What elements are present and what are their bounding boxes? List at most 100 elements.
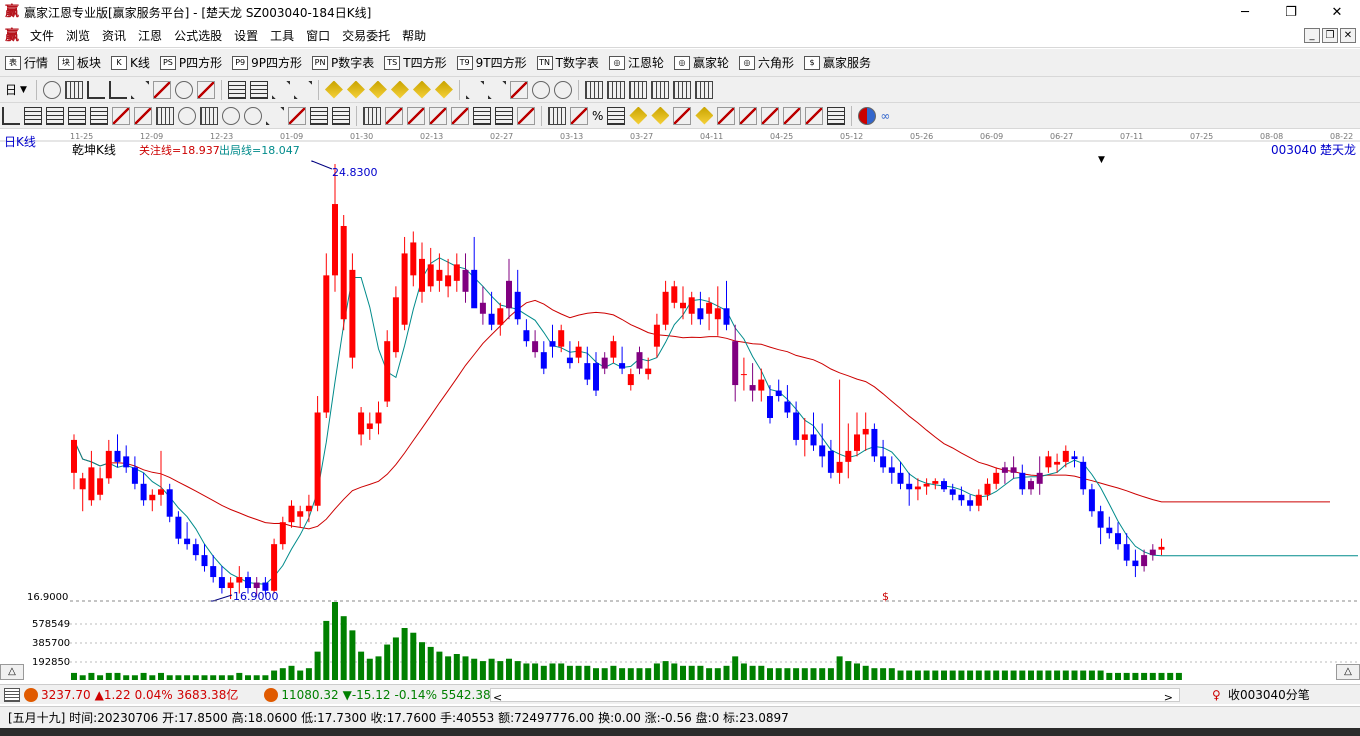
draw-gold-10-icon[interactable] [827, 106, 846, 125]
globe-icon[interactable] [553, 80, 572, 99]
mdi-restore-button[interactable]: ❐ [1322, 28, 1338, 43]
draw-line-icon[interactable] [2, 106, 20, 125]
draw-grid-3-icon[interactable] [68, 106, 86, 125]
toolbar-winner-wheel-button[interactable]: ◎ 赢家轮 [669, 52, 734, 74]
menu-gann[interactable]: 江恩 [132, 27, 168, 44]
draw-table-icon[interactable] [473, 106, 491, 125]
kline-chart[interactable]: 11-25 12-09 12-23 01-09 01-30 02-13 02-27 03-13… [0, 129, 1360, 684]
diamond-tool-1-icon[interactable] [324, 80, 343, 99]
menu-info[interactable]: 资讯 [96, 27, 132, 44]
draw-box-icon[interactable] [429, 106, 447, 125]
toolbar-sector-button[interactable]: 块板块 [53, 52, 106, 74]
draw-spiral-icon[interactable] [222, 106, 240, 125]
line-tool-icon[interactable] [86, 80, 105, 99]
minimize-button[interactable]: ─ [1222, 0, 1268, 24]
zigzag-icon[interactable] [509, 80, 528, 99]
menu-file[interactable]: 文件 [24, 27, 60, 44]
draw-grid-1-icon[interactable] [24, 106, 42, 125]
export-icon[interactable] [694, 80, 713, 99]
close-button[interactable]: ✕ [1314, 0, 1360, 24]
dropdown-tool-icon[interactable] [130, 80, 149, 99]
first-page-icon[interactable] [227, 80, 246, 99]
draw-wheel-icon[interactable] [244, 106, 262, 125]
draw-wave-icon[interactable] [517, 106, 535, 125]
diamond-tool-2-icon[interactable] [346, 80, 365, 99]
draw-gold-2-icon[interactable] [651, 106, 670, 125]
scroll-right-icon[interactable]: > [1164, 691, 1173, 704]
toolbar-kline-button[interactable]: K K线 [106, 52, 155, 74]
window-icon[interactable] [606, 80, 625, 99]
draw-gold-9-icon[interactable] [805, 106, 824, 125]
expand-panel-right-button[interactable]: △ [1336, 664, 1360, 680]
diamond-tool-6-icon[interactable] [434, 80, 453, 99]
menu-trade[interactable]: 交易委托 [336, 27, 396, 44]
draw-grid-4-icon[interactable] [90, 106, 108, 125]
prev-icon[interactable] [271, 80, 290, 99]
next-icon[interactable] [293, 80, 312, 99]
menu-help[interactable]: 帮助 [396, 27, 432, 44]
calendar-icon[interactable] [584, 80, 603, 99]
toolbar-hexagon-button[interactable]: ◎ 六角形 [734, 52, 799, 74]
print-icon[interactable] [672, 80, 691, 99]
open-icon[interactable] [650, 80, 669, 99]
bar-tool-icon[interactable] [108, 80, 127, 99]
draw-fan-1-icon[interactable] [112, 106, 130, 125]
draw-gold-1-icon[interactable] [629, 106, 648, 125]
mdi-close-button[interactable]: ✕ [1340, 28, 1356, 43]
hand-icon[interactable] [465, 80, 484, 99]
toolbar-quotes-button[interactable]: 表行情 [0, 52, 53, 74]
draw-matrix-icon[interactable] [495, 106, 513, 125]
toolbar-t-square-button[interactable]: TS T四方形 [379, 52, 451, 74]
diamond-tool-4-icon[interactable] [390, 80, 409, 99]
draw-lines-icon[interactable] [310, 106, 328, 125]
last-page-icon[interactable] [249, 80, 268, 99]
toolbar-gann-wheel-button[interactable]: ◎ 江恩轮 [604, 52, 669, 74]
horizontal-scrollbar[interactable]: < > [490, 688, 1180, 704]
diamond-tool-3-icon[interactable] [368, 80, 387, 99]
period-dropdown[interactable]: 日 ▼ [0, 79, 32, 101]
draw-gold-6-icon[interactable] [739, 106, 758, 125]
draw-gann-fan-icon[interactable] [385, 106, 403, 125]
draw-calc-icon[interactable] [548, 106, 566, 125]
toolbar-service-button[interactable]: $ 赢家服务 [799, 52, 876, 74]
draw-fib-icon[interactable] [332, 106, 350, 125]
draw-angle-icon[interactable] [288, 106, 306, 125]
cycle-tool-icon[interactable] [42, 80, 61, 99]
draw-gold-8-icon[interactable] [783, 106, 802, 125]
mdi-minimize-button[interactable]: _ [1304, 28, 1320, 43]
draw-channel-icon[interactable] [200, 106, 218, 125]
adjust-icon[interactable] [196, 80, 215, 99]
crosshair-icon[interactable] [487, 80, 506, 99]
expand-panel-left-button[interactable]: △ [0, 664, 24, 680]
draw-fan-2-icon[interactable] [134, 106, 152, 125]
pin-icon[interactable] [531, 80, 550, 99]
menu-tools[interactable]: 工具 [264, 27, 300, 44]
draw-cross-icon[interactable] [266, 106, 284, 125]
draw-speed-icon[interactable] [607, 106, 626, 125]
draw-slash-icon[interactable] [570, 106, 588, 125]
copy-tool-icon[interactable] [64, 80, 83, 99]
draw-circle-icon[interactable] [178, 106, 196, 125]
draw-gold-5-icon[interactable] [717, 106, 736, 125]
infinity-icon[interactable]: ∞ [878, 105, 892, 127]
menu-browse[interactable]: 浏览 [60, 27, 96, 44]
menu-window[interactable]: 窗口 [300, 27, 336, 44]
menu-formula[interactable]: 公式选股 [168, 27, 228, 44]
draw-ray-icon[interactable] [451, 106, 469, 125]
save-icon[interactable] [628, 80, 647, 99]
scroll-left-icon[interactable]: < [493, 691, 502, 704]
taiji-icon[interactable] [858, 106, 877, 125]
draw-gold-4-icon[interactable] [695, 106, 714, 125]
redraw-icon[interactable] [152, 80, 171, 99]
toolbar-9p-square-button[interactable]: P9 9P四方形 [227, 52, 307, 74]
toolbar-p-number-button[interactable]: PN P数字表 [307, 52, 379, 74]
draw-gold-7-icon[interactable] [761, 106, 780, 125]
toolbar-9t-square-button[interactable]: T9 9T四方形 [452, 52, 532, 74]
draw-arc-icon[interactable] [407, 106, 425, 125]
receive-ticks-text[interactable]: 收003040分笔 [1228, 686, 1310, 703]
toolbar-t-number-button[interactable]: TN T数字表 [532, 52, 604, 74]
restore-button[interactable]: ❐ [1268, 0, 1314, 24]
grid-menu-icon[interactable] [4, 687, 20, 702]
draw-rect-icon[interactable] [363, 106, 381, 125]
zoom-icon[interactable] [174, 80, 193, 99]
